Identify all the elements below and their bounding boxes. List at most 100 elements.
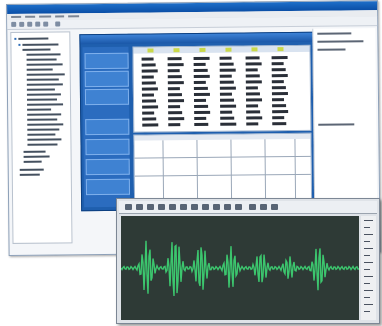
tree-item[interactable] <box>27 118 58 121</box>
sidebar-button[interactable] <box>85 158 130 176</box>
ruler-tick <box>364 311 370 312</box>
table-cell <box>271 62 284 66</box>
waveform-tool-icon[interactable] <box>169 204 176 210</box>
menu-item[interactable] <box>68 15 80 18</box>
waveform-tool-icon[interactable] <box>202 204 209 210</box>
data-table[interactable] <box>132 44 312 133</box>
waveform-tool-icon[interactable] <box>147 204 154 210</box>
column-header[interactable] <box>173 48 180 53</box>
ruler-tick <box>364 269 370 270</box>
waveform-tool-icon[interactable] <box>180 204 187 210</box>
tree-item[interactable] <box>26 93 61 96</box>
tree-item[interactable] <box>26 98 58 101</box>
tree-item[interactable] <box>23 155 50 158</box>
tree-item[interactable] <box>27 128 60 131</box>
toolbar-button-icon[interactable] <box>11 21 17 27</box>
tree-item[interactable] <box>27 113 62 116</box>
table-cell <box>141 57 154 61</box>
sidebar-button[interactable] <box>84 88 130 106</box>
column-header[interactable] <box>147 48 154 53</box>
table-cell <box>219 56 232 60</box>
tree-item[interactable] <box>27 138 62 141</box>
property-row[interactable] <box>318 123 355 126</box>
waveform-tool-icon[interactable] <box>271 204 278 210</box>
tree-item[interactable] <box>19 168 44 171</box>
waveform-tool-icon[interactable] <box>249 204 256 210</box>
waveform-trace <box>121 240 359 297</box>
tree-item[interactable] <box>26 58 57 61</box>
table-cell <box>245 86 258 90</box>
tree-item[interactable] <box>27 123 64 126</box>
dialog-title-bar[interactable] <box>80 32 313 45</box>
toolbar-button-icon[interactable] <box>35 21 41 27</box>
sidebar-button[interactable] <box>84 70 129 88</box>
waveform-tool-icon[interactable] <box>158 204 165 210</box>
amplitude-ruler <box>361 216 376 320</box>
tree-item[interactable] <box>23 150 46 153</box>
table-cell <box>193 80 206 85</box>
table-cell <box>142 111 155 115</box>
column-header[interactable] <box>277 47 284 52</box>
table-cell <box>194 98 207 103</box>
sidebar-button[interactable] <box>84 52 129 70</box>
tree-item[interactable] <box>27 108 52 111</box>
waveform-display[interactable] <box>121 216 359 320</box>
sidebar-button[interactable] <box>85 118 130 136</box>
table-cell <box>167 87 180 91</box>
grid-divider <box>196 140 199 206</box>
waveform-tool-icon[interactable] <box>191 204 198 210</box>
table-cell <box>245 92 260 96</box>
ruler-tick <box>364 248 373 249</box>
tree-item[interactable] <box>22 43 59 46</box>
ruler-tick <box>364 262 373 263</box>
toolbar-button-icon[interactable] <box>43 21 49 27</box>
waveform-tool-icon[interactable] <box>213 204 220 210</box>
menu-item[interactable] <box>25 15 36 18</box>
waveform-tool-icon[interactable] <box>260 204 267 210</box>
toolbar-button-icon[interactable] <box>19 21 25 27</box>
menu-item[interactable] <box>11 15 22 18</box>
tree-item[interactable] <box>26 73 65 76</box>
sidebar-button[interactable] <box>85 178 131 196</box>
table-cell <box>142 105 159 109</box>
menu-item[interactable] <box>55 15 65 18</box>
waveform-window <box>116 198 380 324</box>
toolbar-button-icon[interactable] <box>55 21 61 27</box>
property-row[interactable] <box>317 32 352 35</box>
tree-item[interactable] <box>27 133 56 136</box>
tree-item[interactable] <box>23 160 42 163</box>
table-cell <box>142 117 157 121</box>
table-cell <box>245 56 260 60</box>
table-cell <box>220 110 233 114</box>
tree-node-icon <box>18 43 21 46</box>
tree-item[interactable] <box>26 53 61 56</box>
tree-item[interactable] <box>26 88 55 91</box>
column-header[interactable] <box>251 47 258 52</box>
waveform-tool-icon[interactable] <box>224 204 231 210</box>
tree-item[interactable] <box>19 173 40 176</box>
table-cell <box>193 56 210 61</box>
table-cell <box>245 68 258 72</box>
property-row[interactable] <box>317 40 364 43</box>
column-header[interactable] <box>199 47 206 52</box>
waveform-tool-icon[interactable] <box>136 204 143 210</box>
waveform-tool-icon[interactable] <box>125 204 132 210</box>
ruler-tick <box>364 220 373 221</box>
detail-grid[interactable] <box>133 132 313 207</box>
column-header[interactable] <box>225 47 232 52</box>
tree-item[interactable] <box>26 63 63 66</box>
tree-item[interactable] <box>27 143 58 146</box>
table-cell <box>141 75 154 79</box>
tree-item[interactable] <box>26 68 53 71</box>
tree-item[interactable] <box>27 103 64 106</box>
tree-item[interactable] <box>26 78 59 81</box>
property-row[interactable] <box>317 48 346 51</box>
waveform-tool-icon[interactable] <box>235 204 242 210</box>
navigation-tree[interactable] <box>10 31 73 244</box>
menu-item[interactable] <box>39 15 52 18</box>
tree-item[interactable] <box>22 48 51 51</box>
toolbar-button-icon[interactable] <box>27 21 33 27</box>
tree-item[interactable] <box>18 37 49 40</box>
sidebar-button[interactable] <box>85 138 130 156</box>
tree-item[interactable] <box>26 83 63 86</box>
